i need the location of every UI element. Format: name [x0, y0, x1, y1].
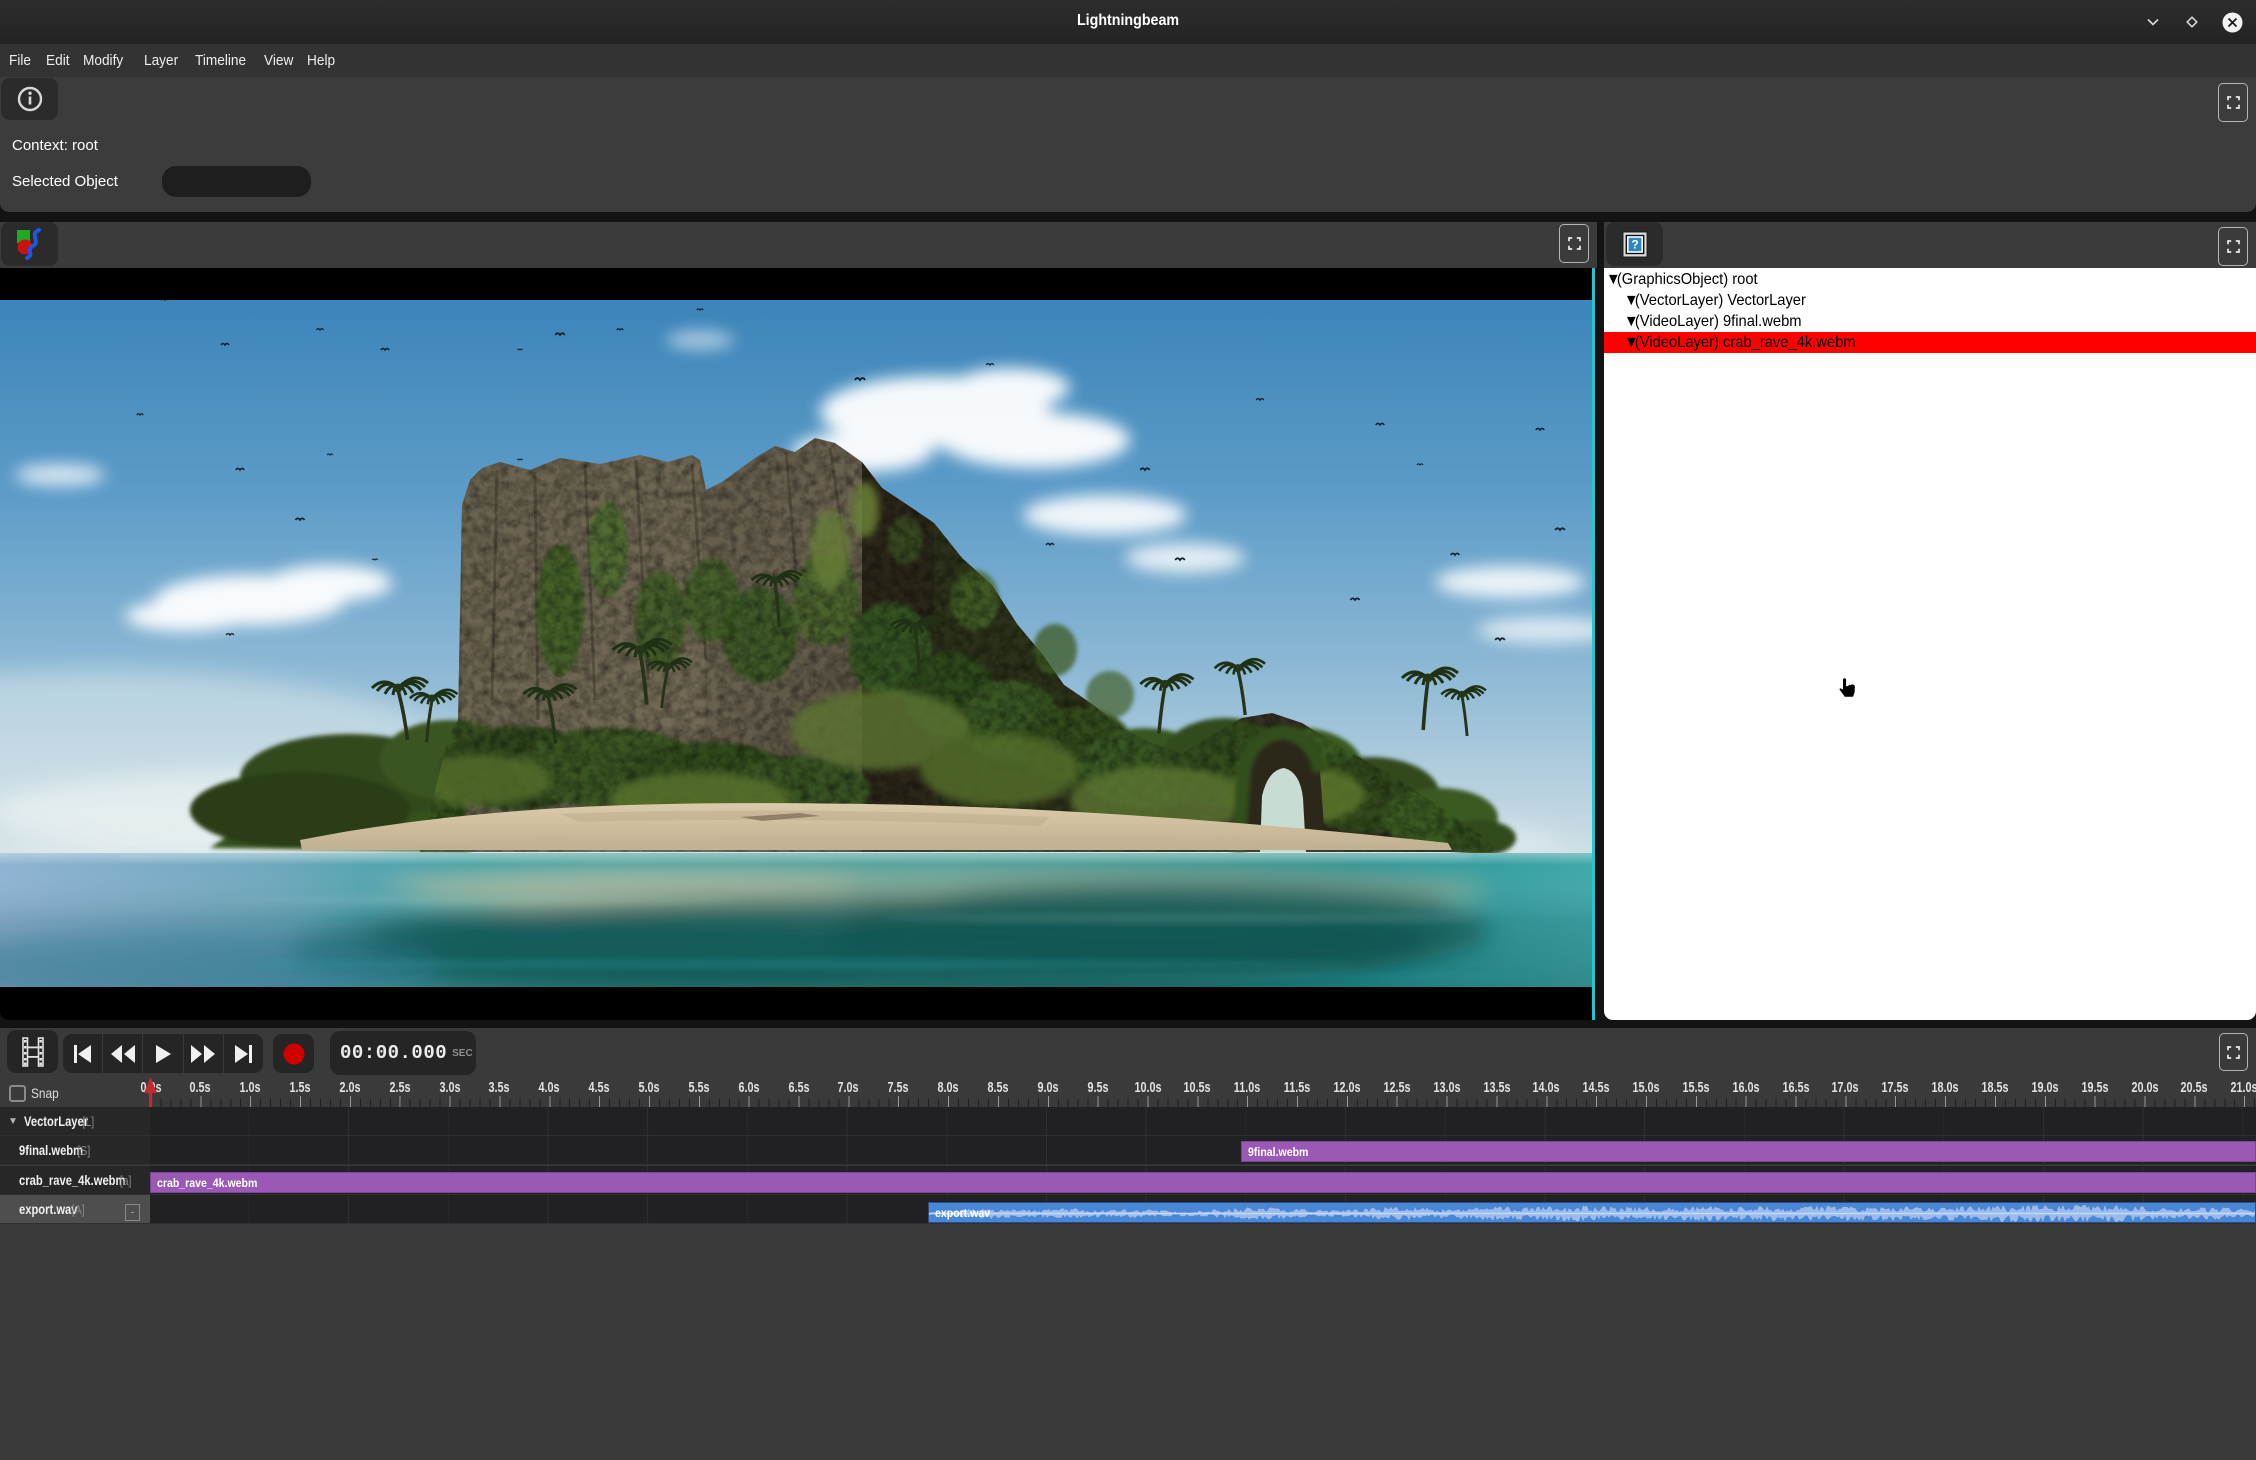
- svg-text:?: ?: [1631, 237, 1638, 251]
